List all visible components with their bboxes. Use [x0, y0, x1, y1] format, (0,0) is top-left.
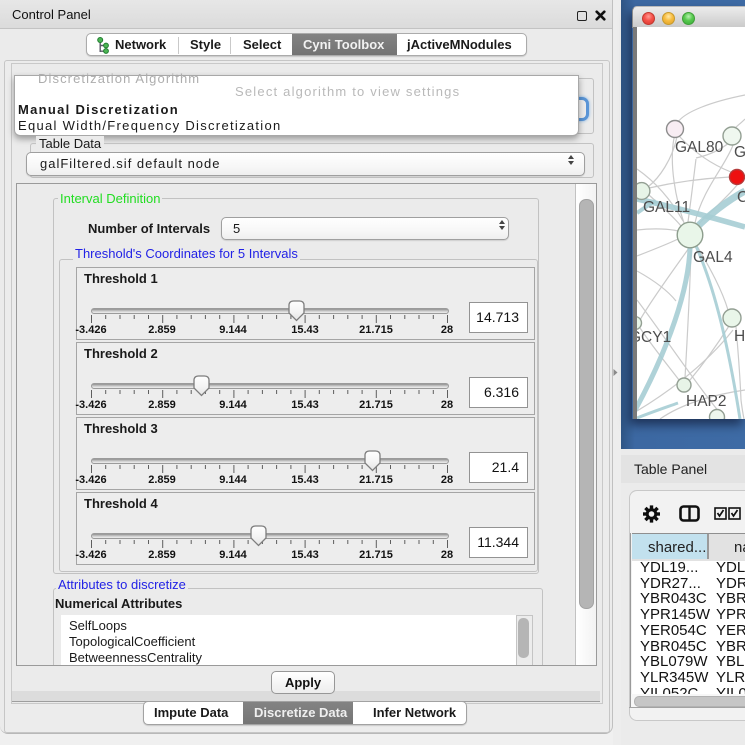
- svg-text:GAL80: GAL80: [675, 139, 724, 156]
- svg-text:GAL11: GAL11: [643, 199, 690, 216]
- svg-text:H: H: [734, 328, 745, 345]
- svg-text:GAL4: GAL4: [693, 249, 733, 266]
- svg-text:GCY1: GCY1: [637, 329, 671, 346]
- svg-text:G.: G.: [734, 144, 745, 161]
- svg-text:C: C: [737, 189, 745, 206]
- svg-text:HAP2: HAP2: [686, 393, 727, 410]
